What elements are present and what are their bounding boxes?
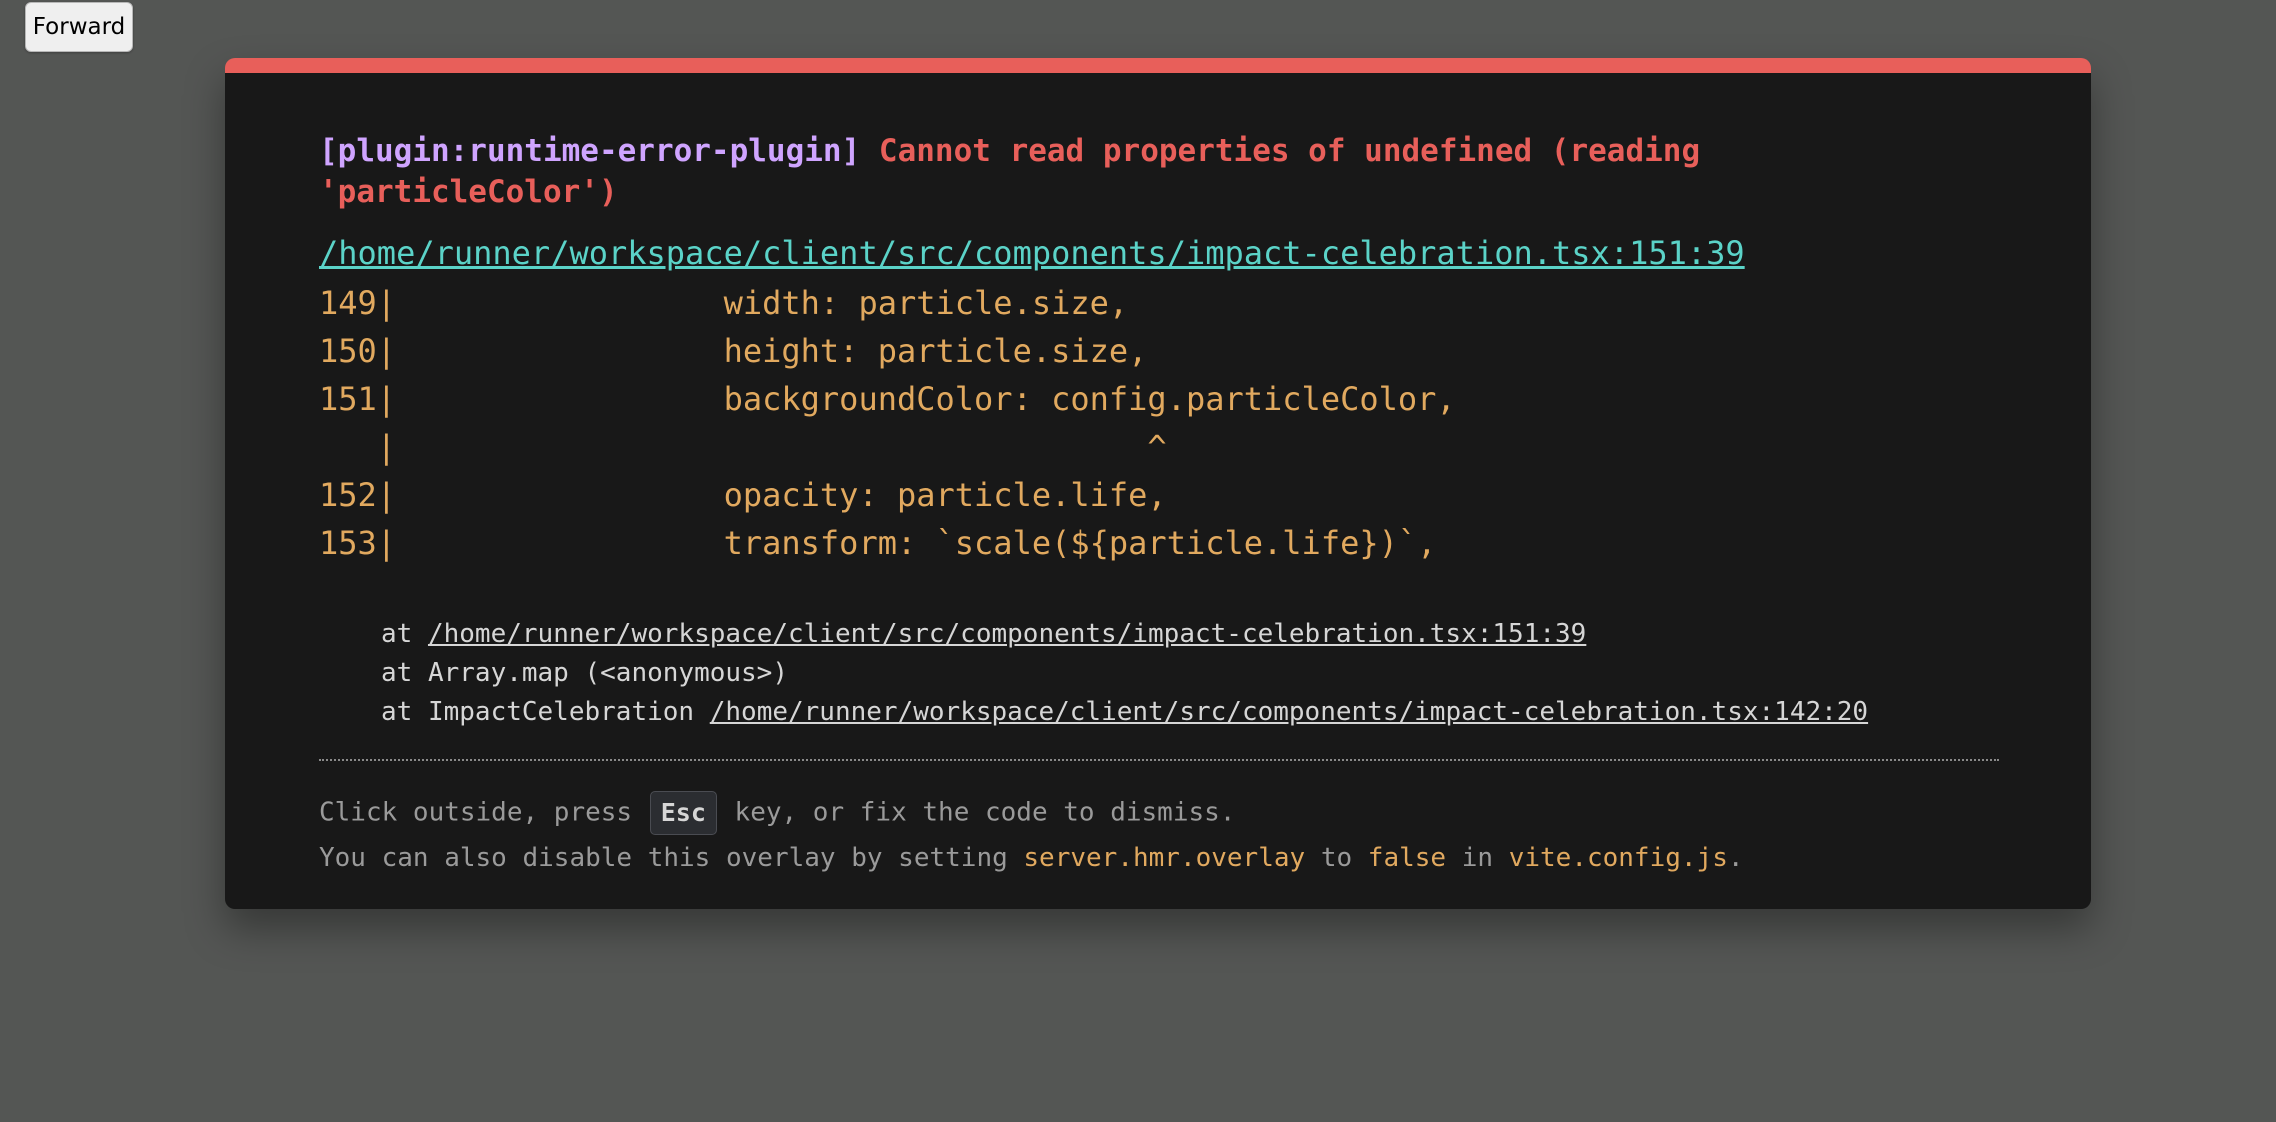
esc-key: Esc bbox=[649, 791, 717, 835]
stack-line: at Array.map (<anonymous>) bbox=[381, 654, 1868, 693]
tip-text: Click outside, press bbox=[319, 797, 648, 828]
code-frame-line: 152| opacity: particle.life, bbox=[319, 476, 1167, 514]
config-key: server.hmr.overlay bbox=[1023, 843, 1306, 873]
error-file-link[interactable]: /home/runner/workspace/client/src/compon… bbox=[319, 233, 1745, 273]
code-frame-caret-line: | ^ bbox=[319, 428, 1167, 466]
dismiss-tip: Click outside, press Esc key, or fix the… bbox=[319, 791, 1235, 835]
divider bbox=[319, 759, 1999, 761]
config-file: vite.config.js bbox=[1508, 843, 1728, 873]
code-frame-line: 151| backgroundColor: config.particleCol… bbox=[319, 380, 1456, 418]
stack-line: at ImpactCelebration /home/runner/worksp… bbox=[381, 693, 1868, 732]
stack-file-link[interactable]: /home/runner/workspace/client/src/compon… bbox=[710, 697, 1868, 727]
stack-file-link[interactable]: /home/runner/workspace/client/src/compon… bbox=[428, 619, 1586, 649]
stack-trace: at /home/runner/workspace/client/src/com… bbox=[381, 615, 1868, 732]
stack-prefix: at bbox=[381, 619, 428, 649]
stack-prefix: at Array.map (<anonymous>) bbox=[381, 658, 788, 688]
stack-line: at /home/runner/workspace/client/src/com… bbox=[381, 615, 1868, 654]
error-message: [plugin:runtime-error-plugin] Cannot rea… bbox=[319, 131, 1769, 213]
disable-overlay-tip: You can also disable this overlay by set… bbox=[319, 839, 1744, 877]
tip-text: in bbox=[1446, 843, 1509, 873]
config-value: false bbox=[1367, 843, 1447, 873]
code-frame-line: 150| height: particle.size, bbox=[319, 332, 1148, 370]
error-overlay: [plugin:runtime-error-plugin] Cannot rea… bbox=[225, 58, 2091, 909]
tip-text: . bbox=[1727, 843, 1744, 873]
forward-button[interactable]: Forward bbox=[25, 2, 133, 52]
tip-text: to bbox=[1305, 843, 1368, 873]
code-frame-line: 149| width: particle.size, bbox=[319, 284, 1129, 322]
tip-text: You can also disable this overlay by set… bbox=[319, 843, 1024, 873]
code-frame: 149| width: particle.size, 150| height: … bbox=[319, 279, 1456, 567]
plugin-name: [plugin:runtime-error-plugin] bbox=[319, 133, 861, 169]
code-frame-line: 153| transform: `scale(${particle.life})… bbox=[319, 524, 1437, 562]
stack-prefix: at ImpactCelebration bbox=[381, 697, 710, 727]
tip-text: key, or fix the code to dismiss. bbox=[718, 797, 1236, 828]
